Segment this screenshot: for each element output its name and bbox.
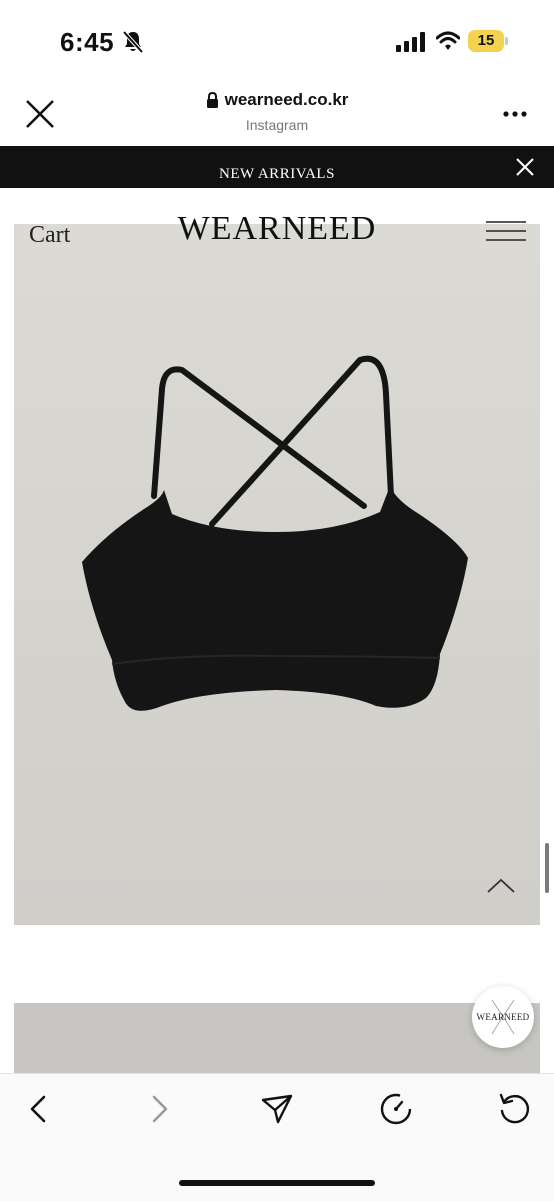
url-bar[interactable]: wearneed.co.kr Instagram xyxy=(0,90,554,133)
floating-logo-text: WEARNEED xyxy=(476,1012,530,1022)
page-scroll-indicator xyxy=(545,843,549,893)
battery-indicator: 15 xyxy=(468,30,508,52)
second-product-image[interactable] xyxy=(14,1003,540,1073)
reload-icon[interactable] xyxy=(497,1092,531,1126)
more-options-icon[interactable] xyxy=(500,102,530,126)
announcement-banner: NEW ARRIVALS xyxy=(0,146,554,188)
lock-icon xyxy=(206,92,218,108)
wifi-icon xyxy=(436,31,460,50)
cellular-signal-icon xyxy=(396,32,425,52)
site-header: Cart WEARNEED xyxy=(0,188,554,248)
share-icon[interactable] xyxy=(260,1092,294,1126)
floating-logo-button[interactable]: WEARNEED xyxy=(472,986,534,1048)
product-photo-black-bralette xyxy=(82,355,468,711)
status-time: 6:45 xyxy=(60,27,115,57)
url-text: wearneed.co.kr xyxy=(224,90,349,109)
url-source: Instagram xyxy=(245,117,309,133)
bell-muted-icon xyxy=(122,30,144,54)
site-logo[interactable]: WEARNEED xyxy=(0,210,554,248)
browser-header: wearneed.co.kr Instagram xyxy=(0,80,554,146)
product-image[interactable] xyxy=(14,224,540,925)
battery-level: 15 xyxy=(477,32,495,49)
status-bar: 6:45 15 xyxy=(0,0,554,80)
banner-close-icon[interactable] xyxy=(515,157,535,177)
banner-text[interactable]: NEW ARRIVALS xyxy=(0,166,554,183)
scroll-to-top-icon[interactable] xyxy=(486,876,516,894)
menu-icon[interactable] xyxy=(486,220,526,242)
forward-icon[interactable] xyxy=(142,1092,176,1126)
back-icon[interactable] xyxy=(22,1092,56,1126)
home-indicator xyxy=(179,1180,375,1186)
compass-icon[interactable] xyxy=(379,1092,413,1126)
battery-cap xyxy=(505,37,508,45)
